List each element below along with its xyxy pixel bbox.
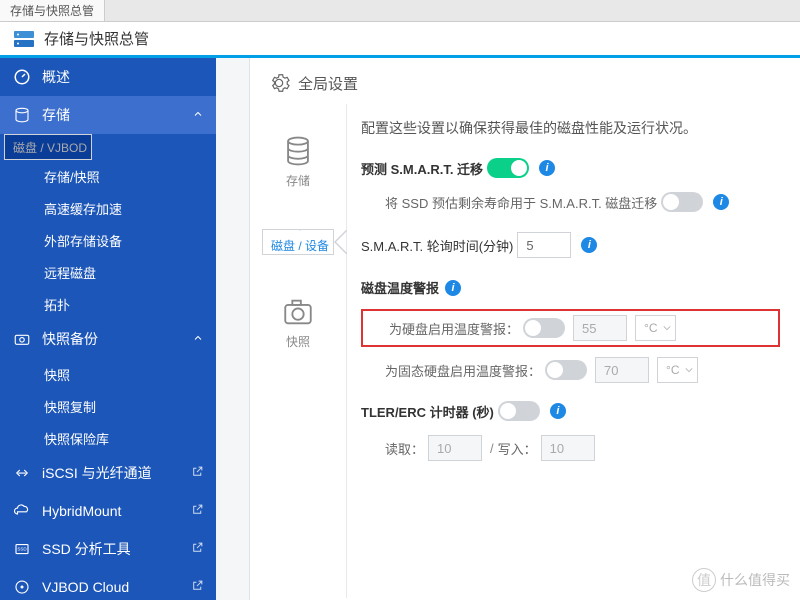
vnav-disk[interactable]: 磁盘 / 设备 — [262, 229, 334, 255]
label: 磁盘 / 设备 — [271, 237, 329, 254]
hdd-temp-toggle[interactable] — [523, 318, 565, 338]
chevron-up-icon — [192, 107, 204, 123]
window-tab[interactable]: 存储与快照总管 — [0, 0, 105, 21]
ssd-temp-input[interactable] — [595, 357, 649, 383]
sidebar-item-storage[interactable]: 存储 — [0, 96, 216, 134]
vnav-snapshot[interactable]: 快照 — [281, 295, 315, 350]
camera-icon — [12, 329, 32, 349]
sidebar-sub-disk-vjbod[interactable]: 磁盘 / VJBOD — [4, 134, 92, 160]
stack-icon — [12, 105, 32, 125]
info-icon[interactable]: i — [550, 403, 566, 419]
watermark-text: 什么值得买 — [720, 570, 790, 590]
camera-icon — [281, 295, 315, 329]
pointer-icon — [333, 230, 347, 254]
poll-label: S.M.A.R.T. 轮询时间(分钟) — [361, 236, 513, 255]
label: 存储 — [286, 172, 310, 189]
smart-toggle[interactable] — [487, 158, 529, 178]
sidebar-sub-snap[interactable]: 快照 — [0, 358, 216, 390]
settings-form: 配置这些设置以确保获得最佳的磁盘性能及运行状况。 预测 S.M.A.R.T. 迁… — [346, 104, 800, 598]
app-icon — [12, 27, 36, 51]
sidebar-item-ssd[interactable]: SSD SSD 分析工具 — [0, 530, 216, 568]
tler-toggle[interactable] — [498, 401, 540, 421]
stack-icon — [281, 134, 315, 168]
read-label: 读取： — [385, 439, 424, 458]
sidebar-item-hybrid[interactable]: HybridMount — [0, 492, 216, 530]
info-icon[interactable]: i — [539, 160, 555, 176]
poll-input[interactable] — [517, 232, 571, 258]
label: HybridMount — [42, 503, 121, 519]
label: 快照 — [286, 333, 310, 350]
ssd-unit-select[interactable]: °C — [657, 357, 698, 383]
read-input[interactable] — [428, 435, 482, 461]
smart-label: 预测 S.M.A.R.T. 迁移 — [361, 159, 483, 178]
label: VJBOD Cloud — [42, 579, 129, 595]
disk-icon — [12, 577, 32, 597]
tler-label: TLER/ERC 计时器 (秒) — [361, 402, 494, 421]
vertical-nav: 存储 磁盘 / 设备 快照 — [250, 104, 346, 598]
sidebar-item-vjbod-cloud[interactable]: VJBOD Cloud — [0, 568, 216, 600]
sidebar: 概述 存储 磁盘 / VJBOD 存储/快照 高速缓存加速 外部存储设备 远程磁… — [0, 58, 216, 600]
sidebar-sub-cache[interactable]: 高速缓存加速 — [0, 192, 216, 224]
sidebar-sub-storage-snapshot[interactable]: 存储/快照 — [0, 160, 216, 192]
cloud-icon — [12, 501, 32, 521]
external-link-icon — [191, 503, 204, 519]
info-icon[interactable]: i — [445, 280, 461, 296]
link-icon — [12, 463, 32, 483]
label: 快照备份 — [42, 329, 98, 349]
hdd-temp-label: 为硬盘启用温度警报： — [389, 319, 519, 338]
vnav-storage[interactable]: 存储 — [281, 134, 315, 189]
write-input[interactable] — [541, 435, 595, 461]
external-link-icon — [191, 541, 204, 557]
sidebar-sub-topology[interactable]: 拓扑 — [0, 288, 216, 320]
temp-title: 磁盘温度警报 — [361, 278, 439, 297]
label: 存储 — [42, 105, 70, 125]
label: 概述 — [42, 67, 70, 87]
sidebar-item-snapshot[interactable]: 快照备份 — [0, 320, 216, 358]
sidebar-item-iscsi[interactable]: iSCSI 与光纤通道 — [0, 454, 216, 492]
chevron-down-icon — [685, 366, 693, 374]
ssd-temp-label: 为固态硬盘启用温度警报： — [385, 361, 541, 380]
chevron-up-icon — [192, 331, 204, 347]
watermark: 值 什么值得买 — [692, 568, 790, 592]
window-tab-strip: 存储与快照总管 — [0, 0, 800, 22]
info-icon[interactable]: i — [713, 194, 729, 210]
sidebar-sub-snap-replica[interactable]: 快照复制 — [0, 390, 216, 422]
chevron-down-icon — [663, 324, 671, 332]
external-link-icon — [191, 465, 204, 481]
app-title: 存储与快照总管 — [44, 28, 149, 49]
label: SSD 分析工具 — [42, 539, 131, 559]
highlight-box: 为硬盘启用温度警报： °C — [361, 309, 780, 347]
middle-column — [216, 58, 250, 600]
page-title: 全局设置 — [250, 58, 800, 104]
hdd-temp-input[interactable] — [573, 315, 627, 341]
sidebar-sub-remote[interactable]: 远程磁盘 — [0, 256, 216, 288]
sidebar-sub-snap-vault[interactable]: 快照保险库 — [0, 422, 216, 454]
sidebar-item-overview[interactable]: 概述 — [0, 58, 216, 96]
label: iSCSI 与光纤通道 — [42, 463, 152, 483]
intro-text: 配置这些设置以确保获得最佳的磁盘性能及运行状况。 — [361, 118, 780, 138]
gear-icon — [268, 72, 290, 94]
main-panel: 全局设置 存储 磁盘 / 设备 快照 配置这些设置以确保获得最 — [250, 58, 800, 600]
watermark-icon: 值 — [692, 568, 716, 592]
svg-text:SSD: SSD — [17, 547, 27, 552]
info-icon[interactable]: i — [581, 237, 597, 253]
hdd-unit-select[interactable]: °C — [635, 315, 676, 341]
external-link-icon — [191, 579, 204, 595]
write-label: 写入： — [498, 439, 537, 458]
ssd-temp-toggle[interactable] — [545, 360, 587, 380]
crumb-label: 全局设置 — [298, 73, 358, 94]
gauge-icon — [12, 67, 32, 87]
slash: / — [490, 441, 494, 456]
hdd-icon — [283, 230, 317, 231]
sidebar-sub-external[interactable]: 外部存储设备 — [0, 224, 216, 256]
ssd-life-toggle[interactable] — [661, 192, 703, 212]
ssd-life-label: 将 SSD 预估剩余寿命用于 S.M.A.R.T. 磁盘迁移 — [385, 193, 657, 212]
app-header: 存储与快照总管 — [0, 22, 800, 58]
ssd-icon: SSD — [12, 539, 32, 559]
